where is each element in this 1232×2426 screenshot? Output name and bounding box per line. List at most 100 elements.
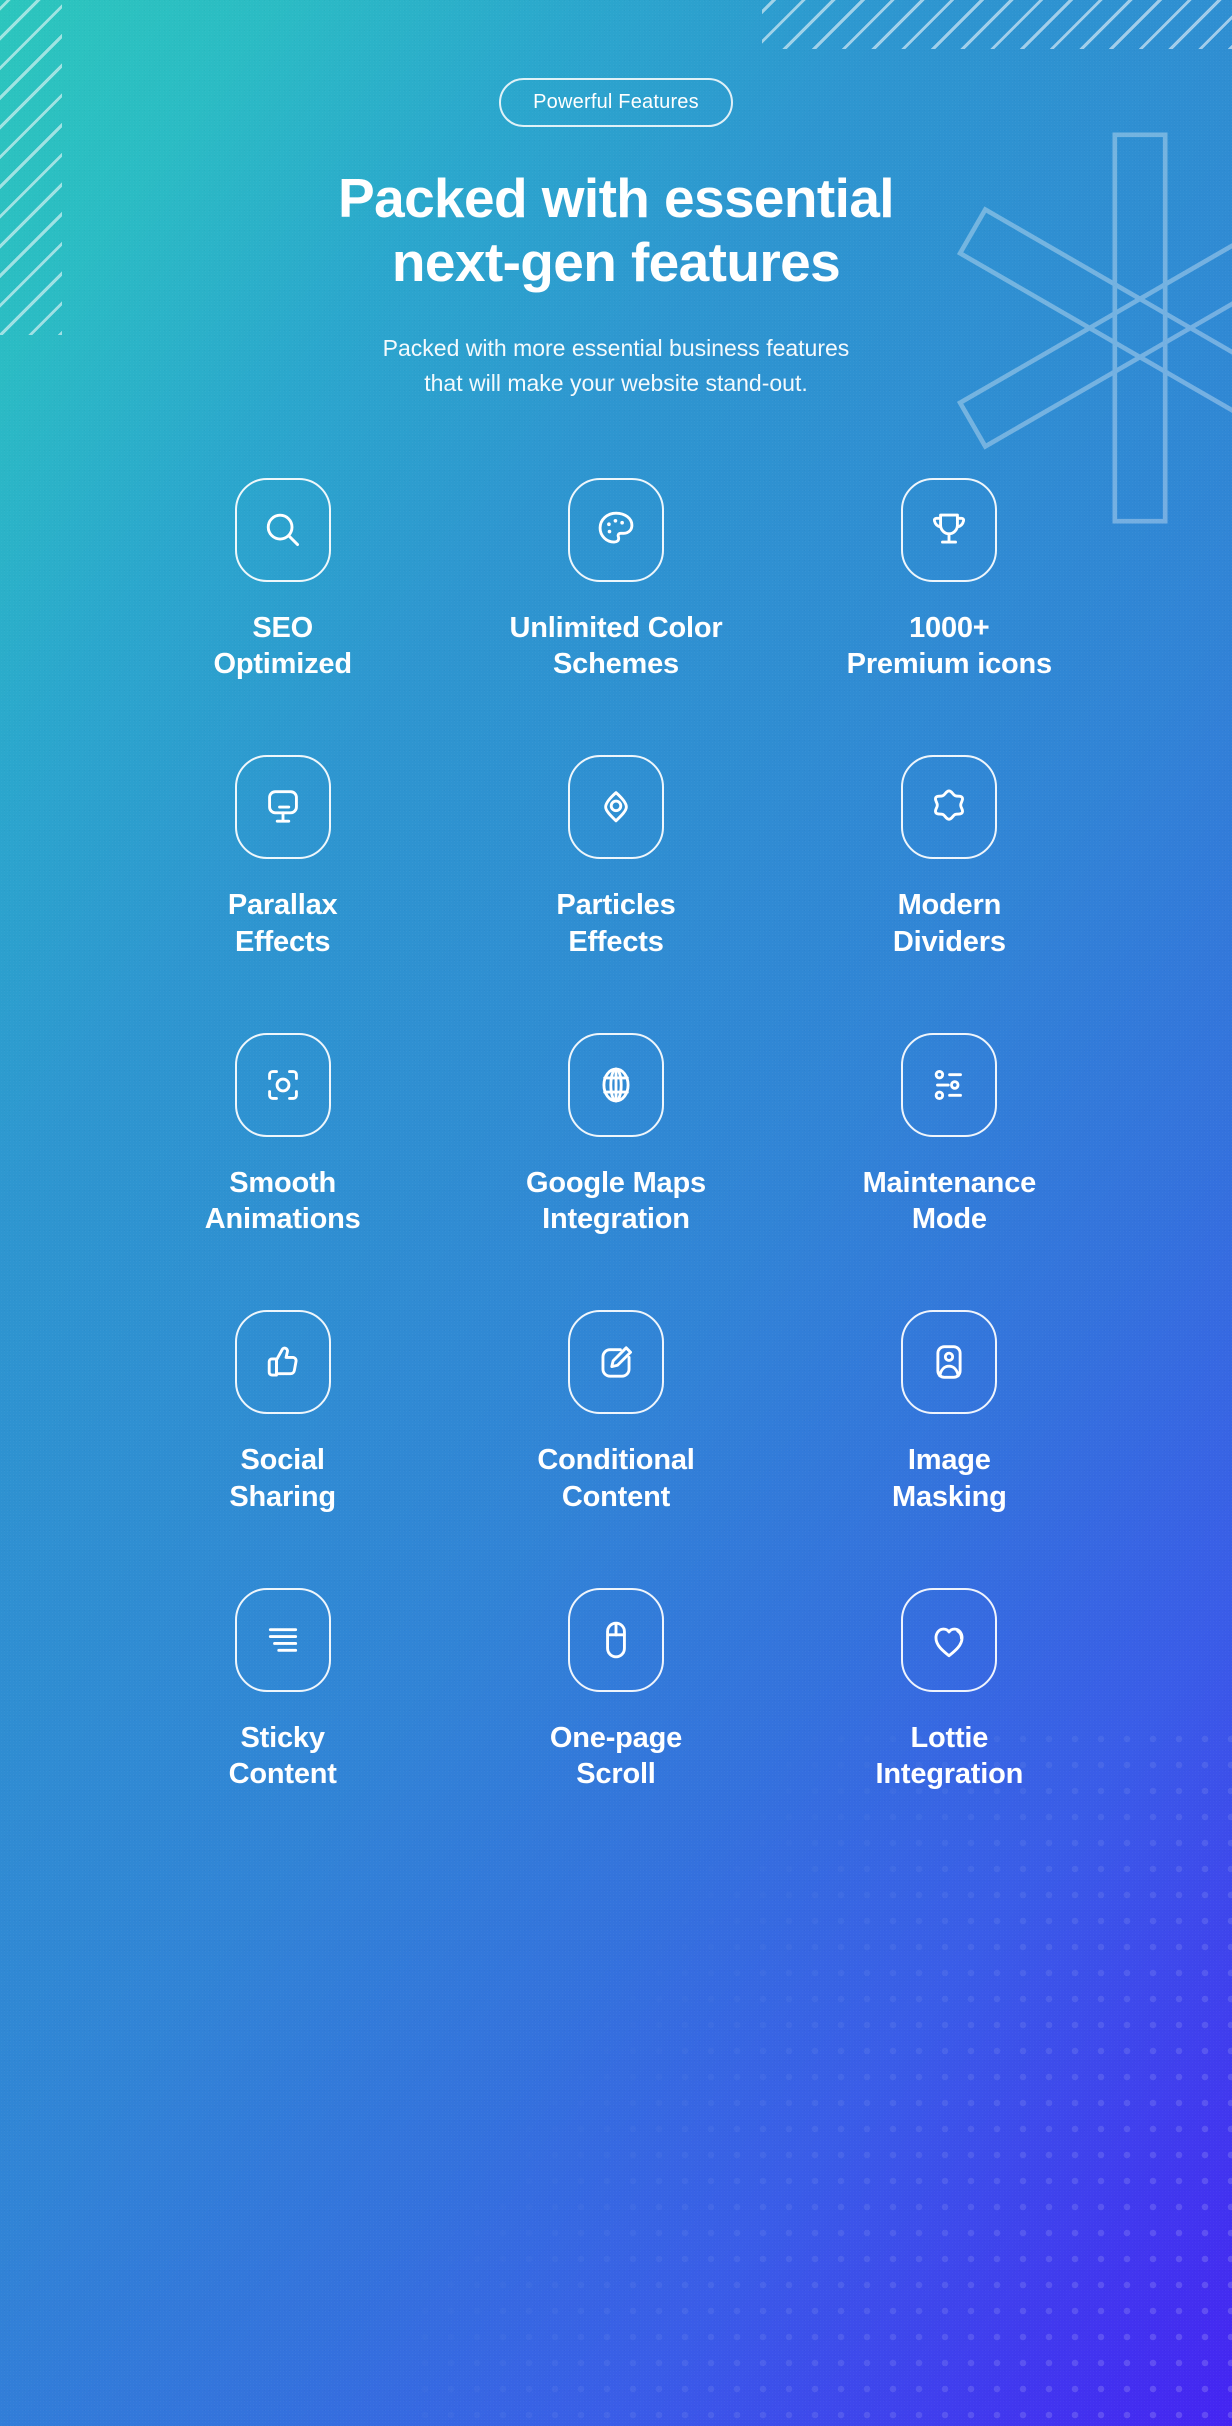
- mouse-icon: [606, 1621, 626, 1659]
- feature-label-line-2: Optimized: [213, 648, 352, 681]
- eye-icon: [604, 791, 628, 823]
- feature-label-line-2: Integration: [875, 1758, 1024, 1791]
- feature-label-line-1: Conditional: [537, 1444, 695, 1477]
- feature-label-line-1: Particles: [556, 889, 676, 922]
- feature-label-line-1: Smooth: [229, 1166, 337, 1199]
- feature-label-line-1: Modern: [897, 889, 1002, 922]
- feature-label-line-2: Integration: [542, 1203, 690, 1236]
- feature-label-line-2: Animations: [204, 1203, 361, 1236]
- feature-card-sticky-content[interactable]: Sticky Content: [116, 1587, 449, 1793]
- feature-card-lottie-integration[interactable]: Lottie Integration: [783, 1587, 1116, 1793]
- settings-list-icon: [935, 1069, 963, 1100]
- thumbs-up-icon: [267, 1347, 298, 1377]
- feature-label-line-2: Effects: [235, 925, 331, 958]
- subtitle-line-2: that will make your website stand-out.: [424, 370, 808, 397]
- feature-card-particles-effects[interactable]: Particles Effects: [449, 755, 782, 960]
- icon-container: [901, 1032, 998, 1137]
- feature-label-line-1: Maintenance: [862, 1166, 1037, 1199]
- feature-card-one-page-scroll[interactable]: One-page Scroll: [449, 1587, 782, 1793]
- feature-card-image-masking[interactable]: Image Masking: [783, 1310, 1116, 1515]
- edit-pencil-icon: [601, 1346, 632, 1378]
- feature-label: Particles Effects: [556, 887, 675, 960]
- feature-label: 1000+ Premium icons: [846, 610, 1053, 683]
- feature-label-line-2: Schemes: [553, 648, 679, 681]
- feature-card-seo-optimized[interactable]: SEO Optimized: [116, 477, 449, 683]
- icon-container: [234, 1310, 331, 1415]
- feature-label-line-1: Lottie: [910, 1721, 989, 1754]
- icon-container: [901, 755, 998, 860]
- feature-label-line-2: Effects: [568, 925, 664, 958]
- feature-label-line-2: Masking: [892, 1480, 1007, 1513]
- feature-card-unlimited-color-schemes[interactable]: Unlimited Color Schemes: [449, 477, 782, 683]
- focus-scan-icon: [267, 1070, 298, 1100]
- headline-line-2: next-gen features: [391, 230, 841, 293]
- halftone-dots-decoration: [412, 1726, 1232, 2426]
- feature-label-line-1: Unlimited Color: [509, 611, 723, 644]
- feature-card-premium-icons[interactable]: 1000+ Premium icons: [783, 477, 1116, 683]
- feature-label: Google Maps Integration: [526, 1165, 706, 1238]
- feature-label-line-2: Mode: [911, 1203, 987, 1236]
- icon-container: [567, 1310, 664, 1415]
- feature-card-parallax-effects[interactable]: Parallax Effects: [116, 755, 449, 960]
- icon-container: [567, 477, 664, 582]
- feature-label: Parallax Effects: [228, 887, 338, 960]
- page-title: Packed with essential next-gen features: [0, 167, 1232, 295]
- feature-label: Smooth Animations: [205, 1165, 361, 1238]
- feature-card-conditional-content[interactable]: Conditional Content: [449, 1310, 782, 1515]
- search-icon: [266, 513, 299, 546]
- icon-container: [567, 1032, 664, 1137]
- icon-container: [567, 755, 664, 860]
- icon-container: [901, 1587, 998, 1692]
- feature-label-line-1: 1000+: [909, 611, 990, 644]
- globe-icon: [602, 1067, 630, 1103]
- features-grid: SEO Optimized Unlimited Color Schemes 10…: [116, 477, 1116, 1793]
- headline-line-1: Packed with essential: [338, 167, 895, 229]
- feature-label: Social Sharing: [229, 1442, 336, 1515]
- feature-card-smooth-animations[interactable]: Smooth Animations: [116, 1032, 449, 1238]
- icon-container: [234, 477, 331, 582]
- feature-label: Maintenance Mode: [862, 1165, 1037, 1238]
- feature-label: One-page Scroll: [550, 1720, 682, 1793]
- icon-container: [901, 477, 998, 582]
- feature-card-social-sharing[interactable]: Social Sharing: [116, 1310, 449, 1515]
- feature-label: Unlimited Color Schemes: [510, 610, 723, 683]
- trophy-icon: [933, 513, 966, 544]
- feature-label: Conditional Content: [537, 1442, 694, 1515]
- icon-container: [234, 1032, 331, 1137]
- feature-label-line-1: SEO: [252, 611, 313, 644]
- feature-label: Lottie Integration: [876, 1720, 1024, 1793]
- feature-card-maintenance-mode[interactable]: Maintenance Mode: [783, 1032, 1116, 1238]
- blob-star-icon: [934, 789, 965, 822]
- feature-label-line-2: Premium icons: [846, 648, 1053, 681]
- section-header: Powerful Features Packed with essential …: [0, 0, 1232, 402]
- feature-card-modern-dividers[interactable]: Modern Dividers: [783, 755, 1116, 960]
- feature-label: Sticky Content: [229, 1720, 337, 1793]
- feature-label: SEO Optimized: [213, 610, 352, 683]
- feature-label-line-2: Content: [561, 1480, 671, 1513]
- feature-label-line-1: Image: [907, 1444, 991, 1477]
- heart-icon: [934, 1627, 964, 1658]
- feature-label-line-2: Dividers: [892, 925, 1006, 958]
- monitor-icon: [267, 790, 298, 823]
- feature-label-line-1: One-page: [549, 1721, 683, 1754]
- palette-icon: [598, 511, 634, 544]
- badge-powerful-features: Powerful Features: [499, 78, 733, 127]
- icon-container: [901, 1310, 998, 1415]
- feature-label-line-1: Social: [240, 1444, 325, 1477]
- section-subtitle: Packed with more essential business feat…: [0, 331, 1232, 402]
- feature-label: Modern Dividers: [893, 887, 1006, 960]
- text-lines-icon: [268, 1628, 297, 1652]
- feature-card-google-maps-integration[interactable]: Google Maps Integration: [449, 1032, 782, 1238]
- subtitle-line-1: Packed with more essential business feat…: [382, 334, 850, 361]
- feature-label-line-2: Content: [228, 1758, 337, 1791]
- feature-label-line-1: Google Maps: [526, 1166, 706, 1199]
- features-section: Powerful Features Packed with essential …: [0, 0, 1232, 2426]
- feature-label-line-2: Scroll: [576, 1758, 656, 1791]
- icon-container: [234, 755, 331, 860]
- feature-label: Image Masking: [892, 1442, 1007, 1515]
- image-person-icon: [936, 1345, 962, 1380]
- feature-label-line-1: Parallax: [227, 889, 338, 922]
- icon-container: [567, 1587, 664, 1692]
- feature-label-line-1: Sticky: [240, 1721, 325, 1754]
- feature-label-line-2: Sharing: [229, 1480, 336, 1513]
